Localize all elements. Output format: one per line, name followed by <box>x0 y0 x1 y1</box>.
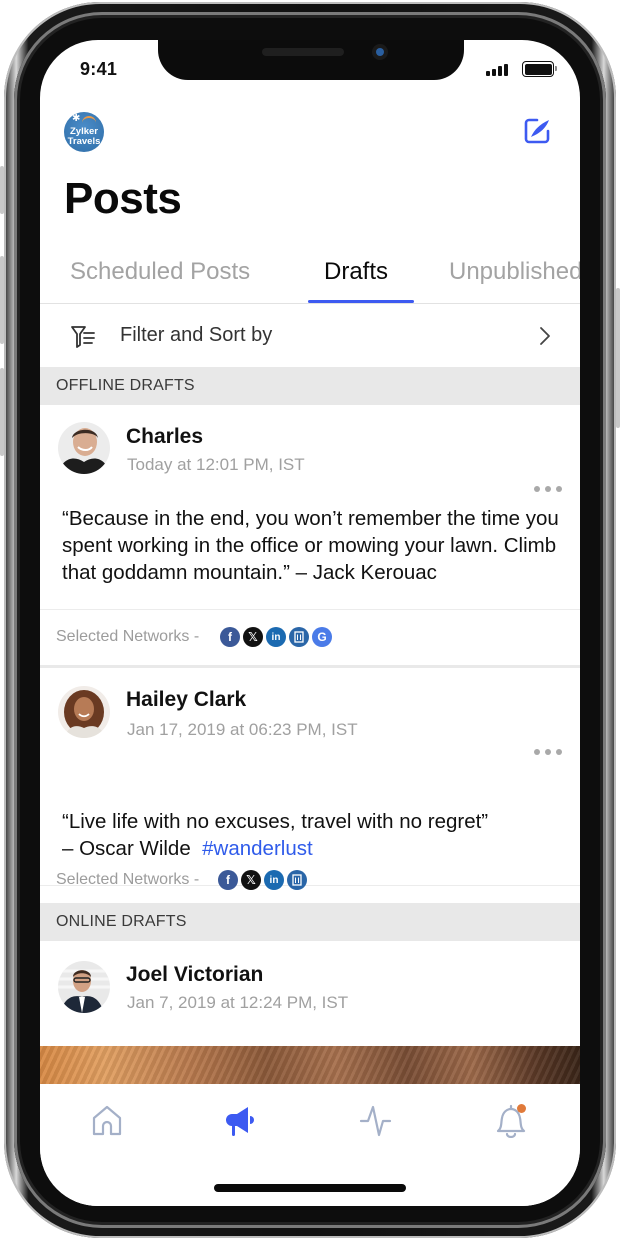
side-button-silent <box>0 166 4 214</box>
page-title: Posts <box>64 174 182 223</box>
side-button-volume-down <box>0 368 4 456</box>
linkedin-icon: in <box>266 627 286 647</box>
google-icon: G <box>312 627 332 647</box>
more-options-button[interactable] <box>534 747 562 757</box>
tab-drafts[interactable]: Drafts <box>324 258 388 286</box>
post-card[interactable]: Joel Victorian Jan 7, 2019 at 12:24 PM, … <box>40 943 580 1046</box>
selected-networks: Selected Networks - f 𝕏 in <box>40 853 580 909</box>
notch <box>158 40 464 80</box>
facebook-icon: f <box>218 870 238 890</box>
megaphone-icon <box>226 1107 254 1136</box>
active-tab-indicator <box>308 300 414 303</box>
post-body: “Because in the end, you won’t remember … <box>62 507 559 584</box>
nav-home[interactable] <box>90 1104 124 1138</box>
post-time: Jan 7, 2019 at 12:24 PM, IST <box>127 993 349 1012</box>
compose-button[interactable] <box>522 116 552 146</box>
post-time: Today at 12:01 PM, IST <box>127 455 305 474</box>
notification-badge <box>517 1104 526 1113</box>
network-icons: f 𝕏 in <box>218 870 307 890</box>
network-icons: f 𝕏 in G <box>220 627 332 647</box>
home-indicator[interactable] <box>214 1184 406 1192</box>
chevron-right-icon <box>540 327 550 345</box>
filter-sort-row[interactable]: Filter and Sort by <box>40 304 580 367</box>
networks-label: Selected Networks - <box>56 871 200 888</box>
avatar <box>58 686 110 738</box>
status-time: 9:41 <box>80 59 118 79</box>
compose-icon <box>524 118 550 144</box>
google-business-icon <box>289 627 309 647</box>
signal-icon <box>486 64 508 76</box>
front-camera <box>372 44 388 60</box>
x-icon: 𝕏 <box>243 627 263 647</box>
tab-bar: Scheduled Posts Drafts Unpublished <box>40 250 580 304</box>
nav-posts[interactable] <box>224 1104 258 1138</box>
post-cover-image[interactable] <box>40 1046 580 1084</box>
speaker <box>262 48 344 56</box>
selected-networks: Selected Networks - f 𝕏 in G <box>40 610 580 666</box>
screen: 9:41 ✱ Zylker Travels Posts Scheduled Po… <box>40 40 580 1206</box>
home-icon <box>92 1105 122 1136</box>
filter-label: Filter and Sort by <box>120 324 273 346</box>
section-title: OFFLINE DRAFTS <box>56 377 195 394</box>
post-author: Joel Victorian <box>126 963 264 986</box>
side-button-power <box>616 288 620 428</box>
tab-unpublished[interactable]: Unpublished <box>449 258 580 286</box>
networks-label: Selected Networks - <box>56 628 200 645</box>
linkedin-icon: in <box>264 870 284 890</box>
section-header-offline-drafts: OFFLINE DRAFTS <box>40 367 580 405</box>
section-header-online-drafts: ONLINE DRAFTS <box>40 903 580 941</box>
battery-icon <box>522 61 557 77</box>
post-body-line-1: “Live life with no excuses, travel with … <box>62 810 489 833</box>
avatar <box>58 961 110 1013</box>
x-icon: 𝕏 <box>241 870 261 890</box>
filter-icon <box>71 326 95 348</box>
sun-icon <box>82 116 96 123</box>
nav-notifications[interactable] <box>494 1104 528 1139</box>
bottom-nav <box>40 1084 580 1206</box>
section-title: ONLINE DRAFTS <box>56 913 187 930</box>
post-card[interactable]: Charles Today at 12:01 PM, IST “Because … <box>40 405 580 665</box>
more-options-button[interactable] <box>534 484 562 494</box>
post-author: Hailey Clark <box>126 688 247 711</box>
activity-icon <box>359 1105 392 1137</box>
nav-activity[interactable] <box>359 1104 393 1138</box>
brand-logo-text-2: Travels <box>67 136 101 147</box>
palm-icon: ✱ <box>72 113 81 124</box>
facebook-icon: f <box>220 627 240 647</box>
tab-scheduled-posts[interactable]: Scheduled Posts <box>70 258 250 286</box>
post-time: Jan 17, 2019 at 06:23 PM, IST <box>127 720 358 739</box>
side-button-volume-up <box>0 256 4 344</box>
post-author: Charles <box>126 425 204 448</box>
brand-logo[interactable]: ✱ Zylker Travels <box>64 112 104 152</box>
google-business-icon <box>287 870 307 890</box>
avatar <box>58 422 110 474</box>
